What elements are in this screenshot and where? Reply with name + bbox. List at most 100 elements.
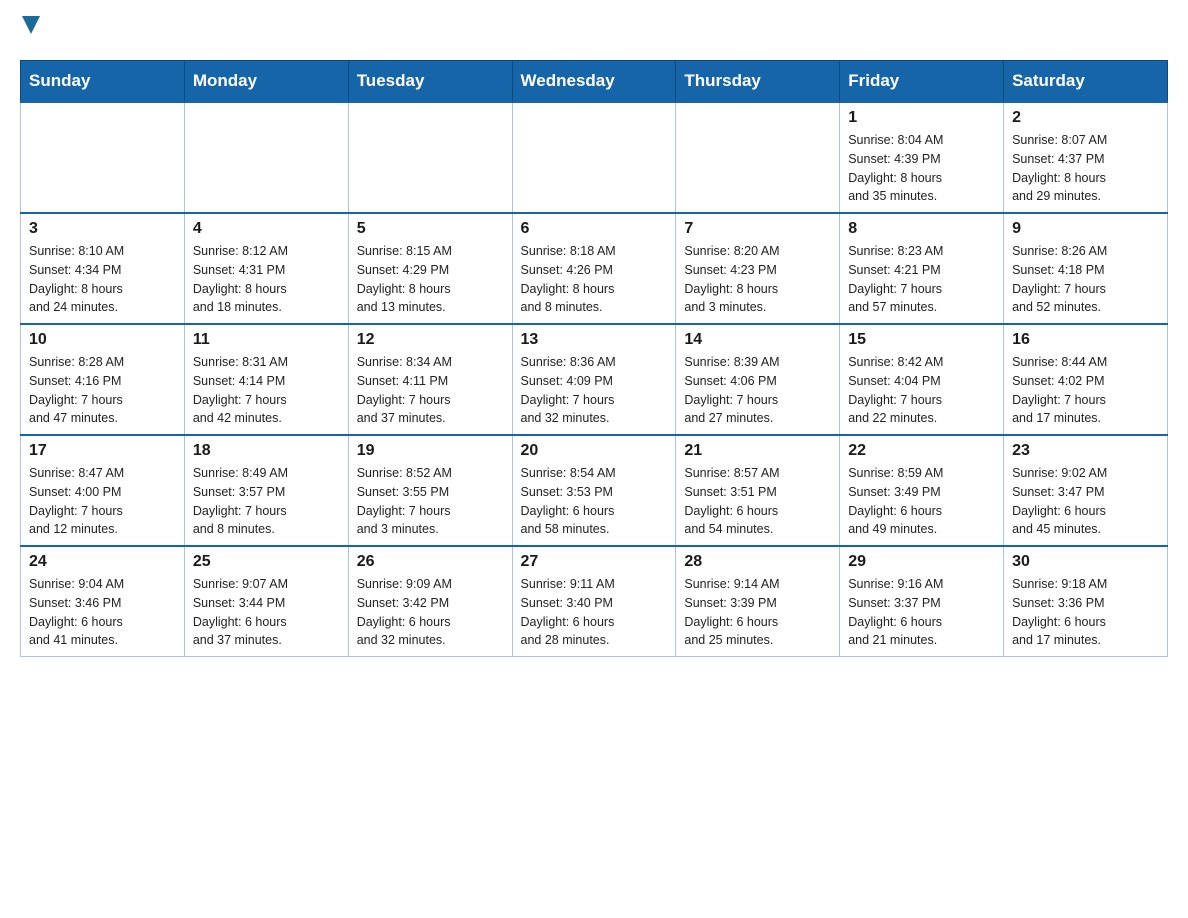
day-info: Sunrise: 8:34 AMSunset: 4:11 PMDaylight:… — [357, 353, 504, 428]
day-info: Sunrise: 9:14 AMSunset: 3:39 PMDaylight:… — [684, 575, 831, 650]
calendar-week-3: 10Sunrise: 8:28 AMSunset: 4:16 PMDayligh… — [21, 324, 1168, 435]
calendar-cell: 8 Sunrise: 8:23 AMSunset: 4:21 PMDaylight… — [840, 213, 1004, 324]
day-number: 18 — [193, 442, 340, 460]
day-info: Sunrise: 8:31 AMSunset: 4:14 PMDaylight:… — [193, 353, 340, 428]
day-number: 21 — [684, 442, 831, 460]
day-info: Sunrise: 8:15 AMSunset: 4:29 PMDaylight:… — [357, 242, 504, 317]
day-number: 3 — [29, 220, 176, 238]
calendar-header-wednesday: Wednesday — [512, 61, 676, 103]
day-number: 5 — [357, 220, 504, 238]
day-number: 8 — [848, 220, 995, 238]
day-info: Sunrise: 9:18 AMSunset: 3:36 PMDaylight:… — [1012, 575, 1159, 650]
day-number: 23 — [1012, 442, 1159, 460]
calendar-cell — [512, 102, 676, 213]
calendar-cell: 24 Sunrise: 9:04 AMSunset: 3:46 PMDayligh… — [21, 546, 185, 657]
day-info: Sunrise: 8:20 AMSunset: 4:23 PMDaylight:… — [684, 242, 831, 317]
day-info: Sunrise: 8:07 AMSunset: 4:37 PMDaylight:… — [1012, 131, 1159, 206]
calendar-cell: 4 Sunrise: 8:12 AMSunset: 4:31 PMDaylight… — [184, 213, 348, 324]
day-info: Sunrise: 9:11 AMSunset: 3:40 PMDaylight:… — [521, 575, 668, 650]
day-info: Sunrise: 8:18 AMSunset: 4:26 PMDaylight:… — [521, 242, 668, 317]
calendar-cell — [21, 102, 185, 213]
day-number: 25 — [193, 553, 340, 571]
calendar-cell: 13Sunrise: 8:36 AMSunset: 4:09 PMDayligh… — [512, 324, 676, 435]
day-number: 14 — [684, 331, 831, 349]
calendar-cell: 10Sunrise: 8:28 AMSunset: 4:16 PMDayligh… — [21, 324, 185, 435]
day-number: 6 — [521, 220, 668, 238]
day-number: 4 — [193, 220, 340, 238]
calendar-header-monday: Monday — [184, 61, 348, 103]
day-number: 1 — [848, 109, 995, 127]
calendar-week-2: 3 Sunrise: 8:10 AMSunset: 4:34 PMDaylight… — [21, 213, 1168, 324]
calendar-cell: 29 Sunrise: 9:16 AMSunset: 3:37 PMDayligh… — [840, 546, 1004, 657]
calendar-cell: 25 Sunrise: 9:07 AMSunset: 3:44 PMDayligh… — [184, 546, 348, 657]
day-number: 19 — [357, 442, 504, 460]
calendar-header-sunday: Sunday — [21, 61, 185, 103]
calendar-cell: 5 Sunrise: 8:15 AMSunset: 4:29 PMDaylight… — [348, 213, 512, 324]
day-number: 2 — [1012, 109, 1159, 127]
calendar-cell: 12 Sunrise: 8:34 AMSunset: 4:11 PMDayligh… — [348, 324, 512, 435]
day-info: Sunrise: 8:47 AMSunset: 4:00 PMDaylight:… — [29, 464, 176, 539]
day-number: 16 — [1012, 331, 1159, 349]
calendar-cell: 26 Sunrise: 9:09 AMSunset: 3:42 PMDayligh… — [348, 546, 512, 657]
day-info: Sunrise: 8:57 AMSunset: 3:51 PMDaylight:… — [684, 464, 831, 539]
day-info: Sunrise: 9:07 AMSunset: 3:44 PMDaylight:… — [193, 575, 340, 650]
day-info: Sunrise: 8:59 AMSunset: 3:49 PMDaylight:… — [848, 464, 995, 539]
day-number: 24 — [29, 553, 176, 571]
day-number: 29 — [848, 553, 995, 571]
day-number: 20 — [521, 442, 668, 460]
day-info: Sunrise: 8:26 AMSunset: 4:18 PMDaylight:… — [1012, 242, 1159, 317]
calendar-cell — [676, 102, 840, 213]
day-number: 9 — [1012, 220, 1159, 238]
day-info: Sunrise: 8:12 AMSunset: 4:31 PMDaylight:… — [193, 242, 340, 317]
day-info: Sunrise: 8:10 AMSunset: 4:34 PMDaylight:… — [29, 242, 176, 317]
calendar-cell: 3 Sunrise: 8:10 AMSunset: 4:34 PMDaylight… — [21, 213, 185, 324]
calendar-cell — [348, 102, 512, 213]
calendar-cell: 9 Sunrise: 8:26 AMSunset: 4:18 PMDaylight… — [1004, 213, 1168, 324]
day-number: 10 — [29, 331, 176, 349]
day-info: Sunrise: 8:52 AMSunset: 3:55 PMDaylight:… — [357, 464, 504, 539]
day-number: 15 — [848, 331, 995, 349]
calendar-cell: 28 Sunrise: 9:14 AMSunset: 3:39 PMDayligh… — [676, 546, 840, 657]
day-info: Sunrise: 8:39 AMSunset: 4:06 PMDaylight:… — [684, 353, 831, 428]
calendar-cell: 20Sunrise: 8:54 AMSunset: 3:53 PMDayligh… — [512, 435, 676, 546]
day-info: Sunrise: 8:42 AMSunset: 4:04 PMDaylight:… — [848, 353, 995, 428]
calendar-cell: 19 Sunrise: 8:52 AMSunset: 3:55 PMDayligh… — [348, 435, 512, 546]
day-info: Sunrise: 9:04 AMSunset: 3:46 PMDaylight:… — [29, 575, 176, 650]
day-number: 22 — [848, 442, 995, 460]
calendar-cell: 15 Sunrise: 8:42 AMSunset: 4:04 PMDayligh… — [840, 324, 1004, 435]
calendar-cell: 16 Sunrise: 8:44 AMSunset: 4:02 PMDayligh… — [1004, 324, 1168, 435]
day-info: Sunrise: 8:23 AMSunset: 4:21 PMDaylight:… — [848, 242, 995, 317]
day-info: Sunrise: 9:09 AMSunset: 3:42 PMDaylight:… — [357, 575, 504, 650]
day-info: Sunrise: 8:36 AMSunset: 4:09 PMDaylight:… — [521, 353, 668, 428]
day-info: Sunrise: 8:04 AMSunset: 4:39 PMDaylight:… — [848, 131, 995, 206]
calendar-cell: 27 Sunrise: 9:11 AMSunset: 3:40 PMDayligh… — [512, 546, 676, 657]
calendar-week-4: 17 Sunrise: 8:47 AMSunset: 4:00 PMDayligh… — [21, 435, 1168, 546]
calendar-cell: 6 Sunrise: 8:18 AMSunset: 4:26 PMDaylight… — [512, 213, 676, 324]
calendar-cell: 1 Sunrise: 8:04 AMSunset: 4:39 PMDaylight… — [840, 102, 1004, 213]
day-info: Sunrise: 8:44 AMSunset: 4:02 PMDaylight:… — [1012, 353, 1159, 428]
day-number: 11 — [193, 331, 340, 349]
calendar-cell: 11 Sunrise: 8:31 AMSunset: 4:14 PMDayligh… — [184, 324, 348, 435]
day-number: 17 — [29, 442, 176, 460]
day-number: 27 — [521, 553, 668, 571]
day-info: Sunrise: 9:16 AMSunset: 3:37 PMDaylight:… — [848, 575, 995, 650]
calendar-table: SundayMondayTuesdayWednesdayThursdayFrid… — [20, 60, 1168, 657]
day-number: 28 — [684, 553, 831, 571]
calendar-cell: 22 Sunrise: 8:59 AMSunset: 3:49 PMDayligh… — [840, 435, 1004, 546]
logo — [20, 20, 40, 40]
calendar-cell: 23 Sunrise: 9:02 AMSunset: 3:47 PMDayligh… — [1004, 435, 1168, 546]
calendar-cell: 30Sunrise: 9:18 AMSunset: 3:36 PMDayligh… — [1004, 546, 1168, 657]
day-info: Sunrise: 8:49 AMSunset: 3:57 PMDaylight:… — [193, 464, 340, 539]
calendar-cell: 17 Sunrise: 8:47 AMSunset: 4:00 PMDayligh… — [21, 435, 185, 546]
calendar-cell: 2 Sunrise: 8:07 AMSunset: 4:37 PMDaylight… — [1004, 102, 1168, 213]
day-number: 12 — [357, 331, 504, 349]
calendar-header-thursday: Thursday — [676, 61, 840, 103]
calendar-cell: 14 Sunrise: 8:39 AMSunset: 4:06 PMDayligh… — [676, 324, 840, 435]
calendar-header-row: SundayMondayTuesdayWednesdayThursdayFrid… — [21, 61, 1168, 103]
day-info: Sunrise: 9:02 AMSunset: 3:47 PMDaylight:… — [1012, 464, 1159, 539]
day-number: 26 — [357, 553, 504, 571]
calendar-header-friday: Friday — [840, 61, 1004, 103]
day-number: 7 — [684, 220, 831, 238]
calendar-header-tuesday: Tuesday — [348, 61, 512, 103]
calendar-header-saturday: Saturday — [1004, 61, 1168, 103]
